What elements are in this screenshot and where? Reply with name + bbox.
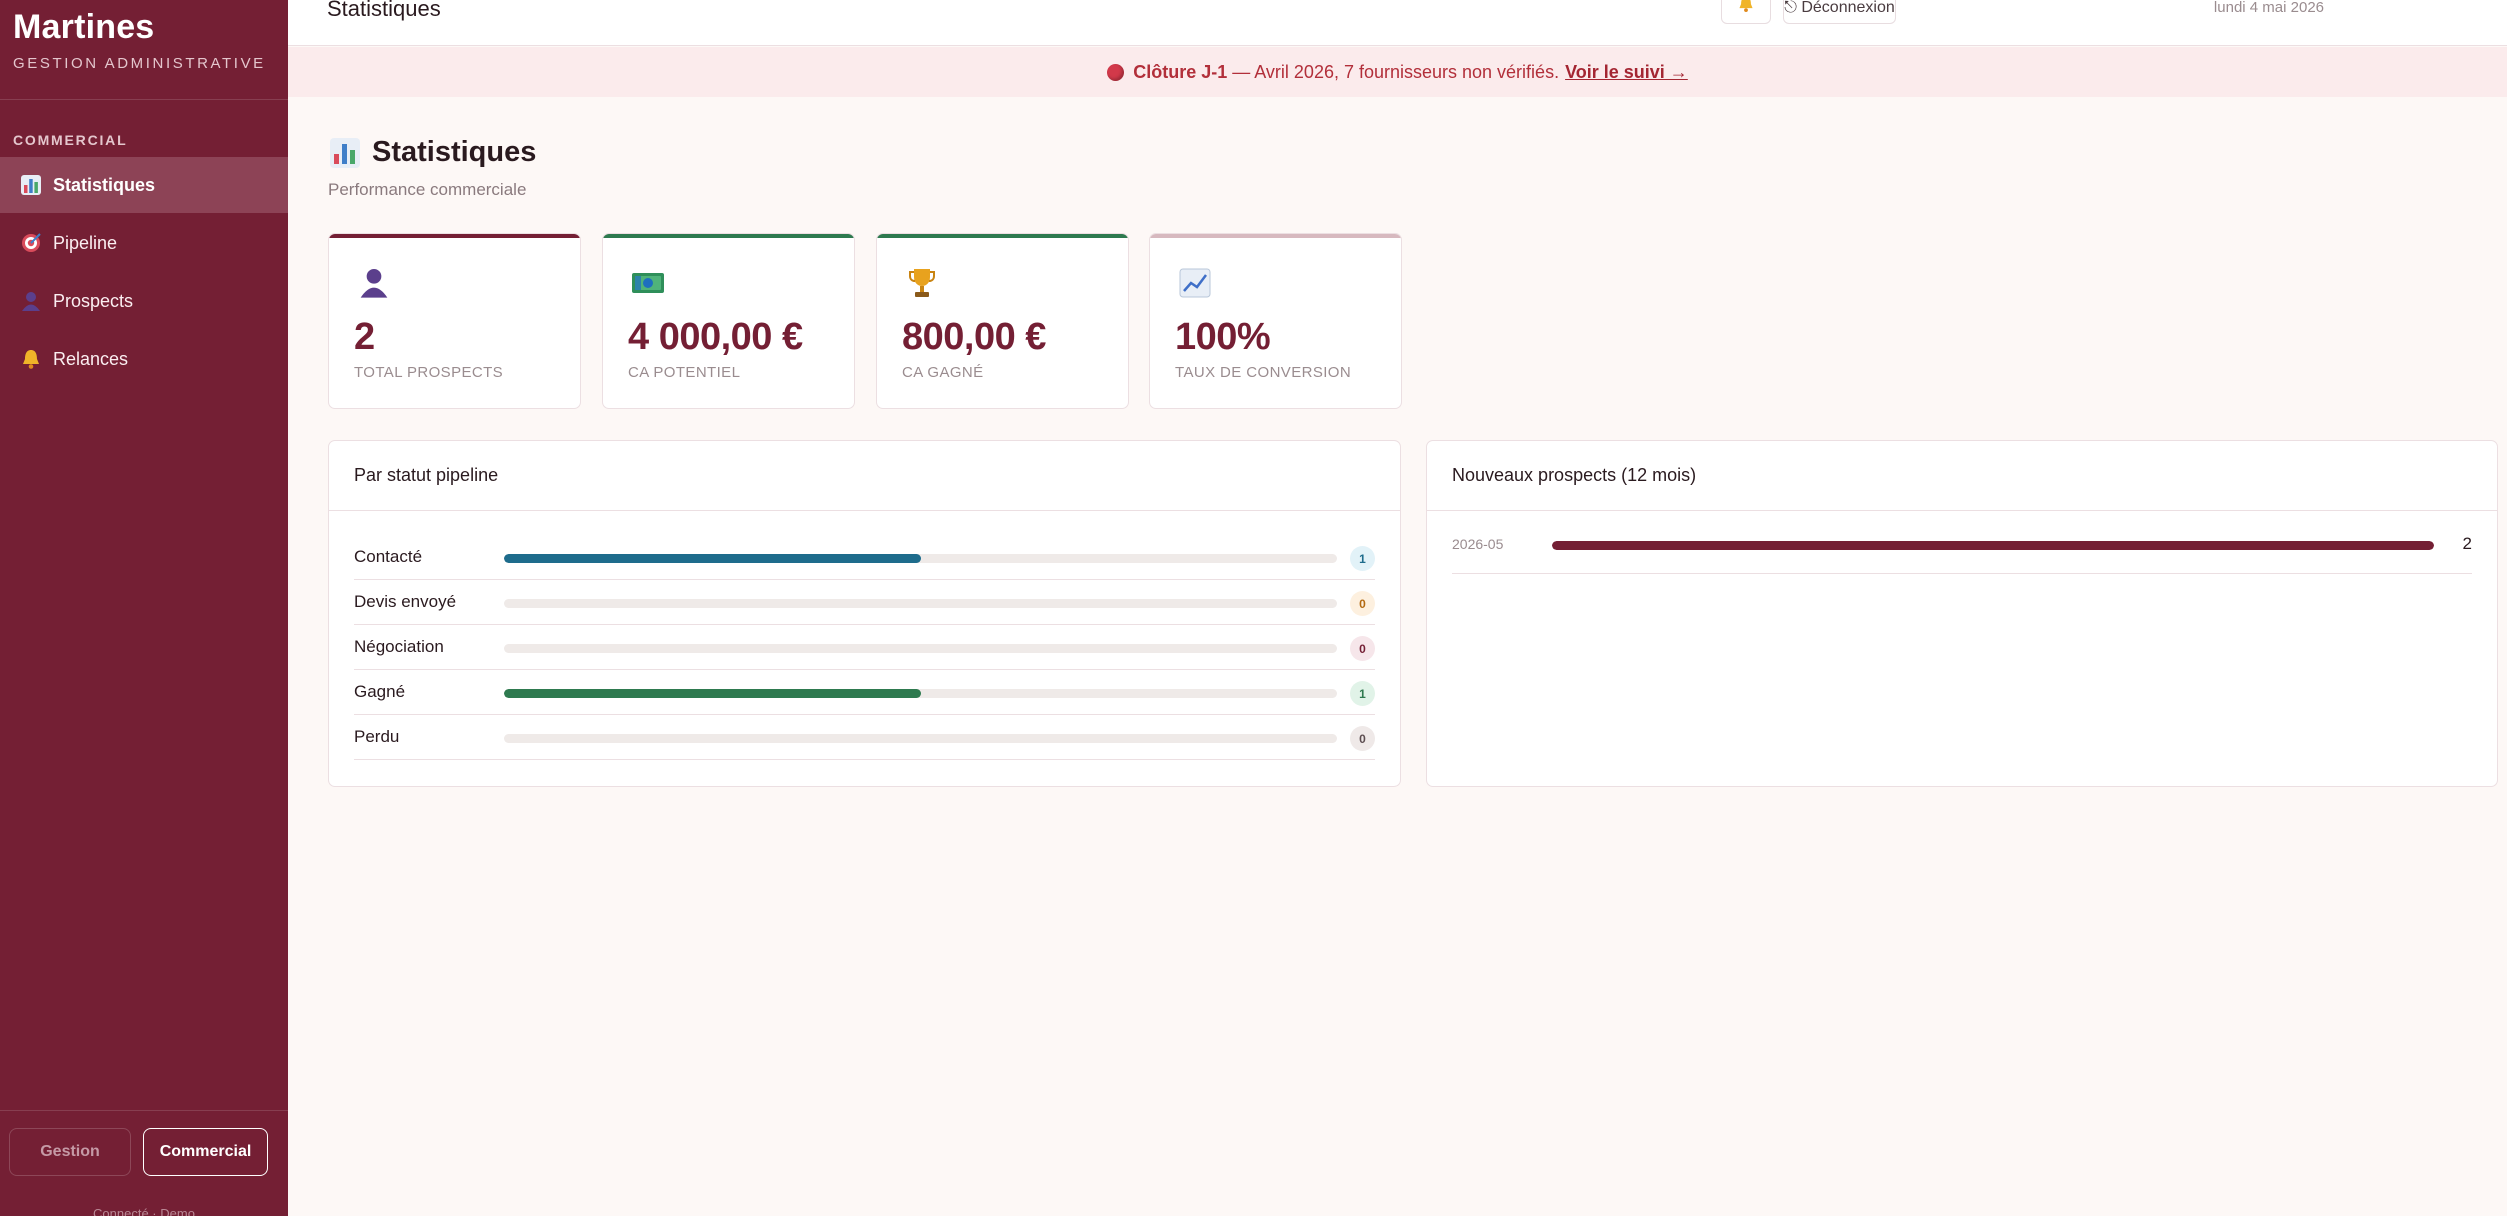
- kpi-card-taux-conversion: 100% TAUX DE CONVERSION: [1149, 233, 1402, 409]
- logout-button[interactable]: ⎋ Déconnexion: [1783, 0, 1896, 24]
- progress-fill: [1552, 541, 2434, 550]
- kpi-accent-bar: [1150, 234, 1401, 238]
- pipeline-row-label: Devis envoyé: [354, 592, 457, 611]
- person-icon: [357, 266, 391, 300]
- kpi-value: 100%: [1175, 316, 1271, 358]
- kpi-label: TAUX DE CONVERSION: [1175, 364, 1352, 381]
- sidebar-item-relances[interactable]: Relances: [0, 331, 288, 387]
- kpi-accent-bar: [603, 234, 854, 238]
- progress-fill: [504, 689, 921, 698]
- pipeline-row-gagne: Gagné 1: [354, 670, 1375, 715]
- month-count: 2: [2462, 534, 2472, 553]
- kpi-label: CA POTENTIEL: [628, 364, 741, 381]
- trophy-icon: [905, 266, 939, 300]
- pipeline-row-label: Perdu: [354, 727, 400, 746]
- bar-chart-icon: [19, 173, 43, 197]
- red-dot-icon: [1107, 63, 1125, 81]
- sidebar-item-label: Relances: [53, 348, 129, 369]
- bell-icon: [1737, 0, 1755, 18]
- pipeline-row-label: Gagné: [354, 682, 406, 701]
- mode-gestion-button[interactable]: Gestion: [9, 1128, 131, 1176]
- kpi-card-total-prospects: 2 TOTAL PROSPECTS: [328, 233, 581, 409]
- progress-track: [504, 554, 1337, 563]
- new-prospects-panel: Nouveaux prospects (12 mois) 2026-05 2: [1426, 440, 2498, 787]
- sidebar-footer: Connecté · Demo: [93, 1206, 195, 1216]
- progress-track: [504, 689, 1337, 698]
- sidebar-item-label: Prospects: [53, 290, 134, 311]
- sidebar-divider: [0, 1110, 288, 1111]
- monthly-row: 2026-05 2: [1452, 534, 2472, 574]
- banner-follow-up-link[interactable]: Voir le suivi →: [1565, 62, 1688, 83]
- progress-fill: [504, 554, 921, 563]
- sidebar: Martines GESTION ADMINISTRATIVE COMMERCI…: [0, 0, 288, 1216]
- notifications-button[interactable]: [1721, 0, 1771, 24]
- banner-message: — Avril 2026, 7 fournisseurs non vérifié…: [1227, 61, 1560, 82]
- pipeline-row-label: Négociation: [354, 637, 444, 656]
- banner-prefix: Clôture J-1: [1133, 61, 1228, 82]
- brand-name: Martines: [13, 8, 155, 46]
- count-badge: 0: [1350, 726, 1375, 751]
- pipeline-row-negociation: Négociation 0: [354, 625, 1375, 670]
- sidebar-item-pipeline[interactable]: Pipeline: [0, 215, 288, 271]
- kpi-label: TOTAL PROSPECTS: [354, 364, 504, 381]
- sidebar-section-label: COMMERCIAL: [13, 132, 128, 148]
- page-title: Statistiques: [372, 136, 537, 168]
- topbar: Statistiques lundi 4 mai 2026 ⎋ Déconnex…: [288, 0, 2507, 46]
- sidebar-item-prospects[interactable]: Prospects: [0, 273, 288, 329]
- progress-track: [1552, 541, 2434, 550]
- kpi-accent-bar: [329, 234, 580, 238]
- sidebar-item-statistiques[interactable]: Statistiques: [0, 157, 288, 213]
- sidebar-item-label: Statistiques: [53, 174, 156, 195]
- money-icon: [631, 266, 665, 300]
- progress-track: [504, 599, 1337, 608]
- count-badge: 1: [1350, 546, 1375, 571]
- count-badge: 1: [1350, 681, 1375, 706]
- bell-icon: [19, 347, 43, 371]
- kpi-card-ca-gagne: 800,00 € CA GAGNÉ: [876, 233, 1129, 409]
- progress-track: [504, 734, 1337, 743]
- sidebar-divider: [0, 99, 288, 100]
- page-title-topbar: Statistiques: [327, 0, 441, 21]
- sidebar-item-label: Pipeline: [53, 232, 118, 253]
- count-badge: 0: [1350, 591, 1375, 616]
- kpi-value: 2: [354, 316, 375, 358]
- kpi-label: CA GAGNÉ: [902, 364, 984, 381]
- panel-title: Par statut pipeline: [329, 441, 1400, 511]
- panel-title: Nouveaux prospects (12 mois): [1427, 441, 2497, 511]
- closing-alert-banner: Clôture J-1 — Avril 2026, 7 fournisseurs…: [288, 47, 2507, 97]
- mode-commercial-button[interactable]: Commercial: [143, 1128, 268, 1176]
- kpi-accent-bar: [877, 234, 1128, 238]
- trend-chart-icon: [1178, 266, 1212, 300]
- count-badge: 0: [1350, 636, 1375, 661]
- pipeline-row-contacte: Contacté 1: [354, 535, 1375, 580]
- pipeline-status-panel: Par statut pipeline Contacté 1 Devis env…: [328, 440, 1401, 787]
- kpi-value: 800,00 €: [902, 316, 1046, 358]
- month-label: 2026-05: [1452, 536, 1504, 552]
- current-date: lundi 4 mai 2026: [2213, 0, 2324, 16]
- pipeline-row-label: Contacté: [354, 547, 423, 566]
- brand-subtitle: GESTION ADMINISTRATIVE: [13, 55, 266, 72]
- page-subtitle: Performance commerciale: [328, 180, 527, 199]
- progress-track: [504, 644, 1337, 653]
- pipeline-row-devis-envoye: Devis envoyé 0: [354, 580, 1375, 625]
- kpi-card-ca-potentiel: 4 000,00 € CA POTENTIEL: [602, 233, 855, 409]
- target-icon: [19, 231, 43, 255]
- kpi-value: 4 000,00 €: [628, 316, 803, 358]
- page-heading: Statistiques: [330, 136, 536, 169]
- person-icon: [19, 289, 43, 313]
- bar-chart-icon: [330, 137, 360, 168]
- pipeline-row-perdu: Perdu 0: [354, 715, 1375, 760]
